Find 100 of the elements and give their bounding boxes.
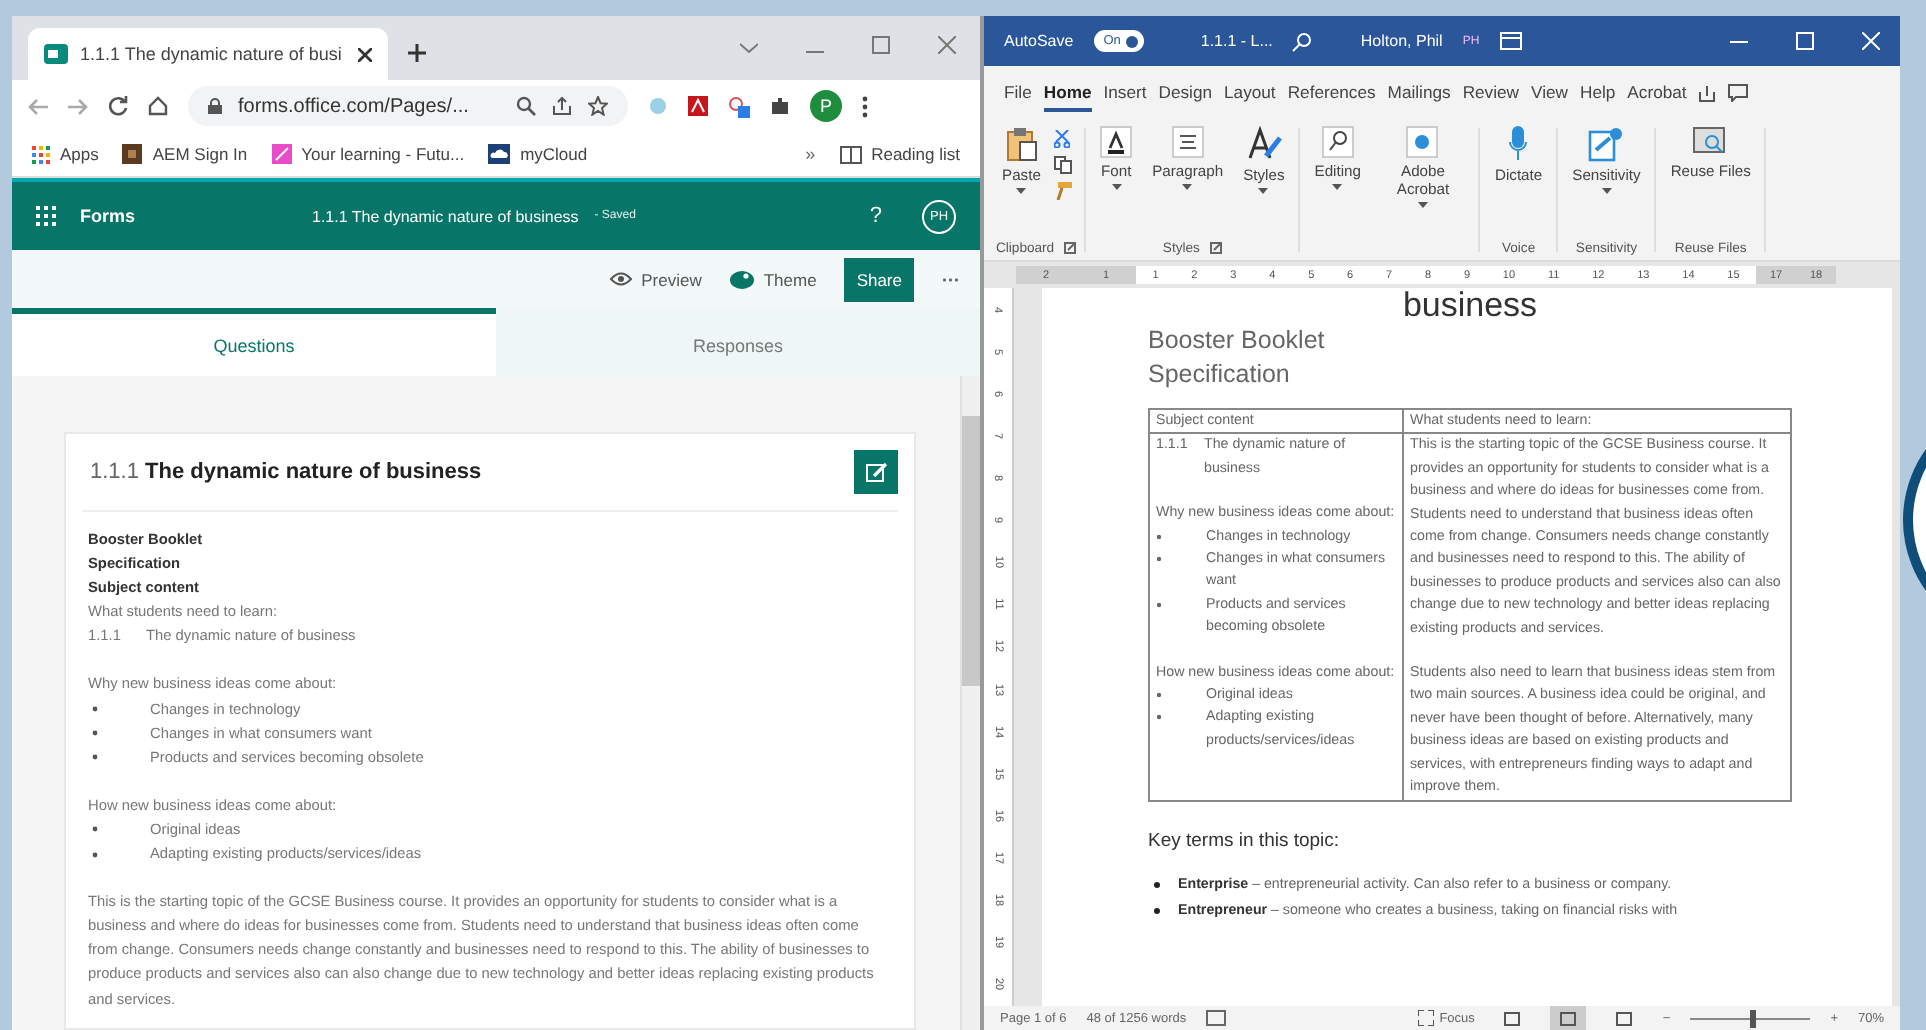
ribbon-display-icon[interactable] (1499, 32, 1522, 50)
ribbon-tab[interactable]: View (1531, 75, 1568, 111)
dialog-launcher-icon[interactable] (1209, 242, 1222, 254)
share-button[interactable]: Share (844, 257, 914, 301)
caret-icon (1258, 188, 1269, 194)
document-subtitle: Booster Booklet (1148, 324, 1327, 358)
ribbon-tab[interactable]: Insert (1103, 75, 1147, 111)
ribbon-tab[interactable]: Mailings (1387, 75, 1451, 111)
page-icon (1616, 1011, 1633, 1025)
question-title: 1.1.1 The dynamic nature of business (90, 460, 482, 484)
more-icon[interactable] (862, 95, 868, 117)
tab[interactable]: Responses (496, 308, 980, 376)
ribbon-tab[interactable]: Acrobat (1627, 75, 1687, 111)
caret-icon (1182, 184, 1193, 190)
pdf-icon[interactable] (688, 96, 708, 116)
home-icon[interactable] (148, 96, 168, 116)
app-name: Forms (80, 206, 138, 226)
bullet-icon (1154, 881, 1160, 887)
bullet-icon (92, 730, 98, 737)
forms-icon (44, 44, 68, 64)
browser-tab[interactable]: 1.1.1 The dynamic nature of busi (28, 28, 388, 80)
ribbon-tab[interactable]: Review (1462, 75, 1519, 111)
caret-icon (1601, 188, 1612, 194)
caret-icon (1111, 184, 1122, 190)
comment-icon[interactable] (1728, 84, 1749, 102)
address-bar[interactable]: forms.office.com/Pages/... (188, 86, 628, 126)
minimize-icon[interactable] (806, 50, 824, 54)
reload-icon[interactable] (108, 96, 128, 116)
acrobat-icon (1406, 126, 1439, 158)
square-icon (271, 144, 292, 164)
ribbon-tab[interactable]: Home (1043, 75, 1092, 111)
cloud-icon (488, 144, 511, 164)
page-icon (1504, 1011, 1521, 1025)
reading-list-icon (839, 145, 862, 163)
bookmark[interactable]: myCloud (488, 144, 588, 164)
ribbon-tab[interactable]: Design (1158, 75, 1213, 111)
theme-button[interactable]: Theme (729, 269, 817, 289)
scrollbar-thumb[interactable] (962, 416, 980, 686)
ribbon-tab[interactable]: Layout (1224, 75, 1276, 111)
sensitivity-icon (1588, 126, 1625, 162)
proofing-icon[interactable] (1206, 1010, 1227, 1026)
user-name: Holton, Phil (1360, 32, 1443, 50)
extension-icon[interactable] (728, 95, 750, 117)
ribbon-tab[interactable]: File (1004, 75, 1032, 111)
share-icon[interactable] (552, 96, 572, 116)
eye-icon (609, 272, 632, 286)
dialog-launcher-icon[interactable] (1064, 242, 1077, 254)
close-icon[interactable] (358, 47, 372, 61)
help-button[interactable]: ? (869, 204, 882, 228)
bookmark[interactable]: Apps (32, 144, 99, 164)
document-name[interactable]: 1.1.1 - L... (1200, 32, 1273, 50)
document-heading: business (1400, 288, 1540, 324)
maximize-icon[interactable] (872, 36, 890, 54)
square-icon (122, 144, 143, 164)
star-icon[interactable] (588, 96, 608, 116)
palette-icon (729, 269, 754, 289)
search-icon[interactable] (516, 96, 536, 116)
bullet-icon (92, 706, 98, 713)
bullet-icon (1156, 533, 1162, 540)
caret-icon (1332, 184, 1343, 190)
ribbon-tab[interactable]: References (1287, 75, 1376, 111)
bullet-icon (1156, 714, 1162, 721)
bullet-icon (92, 754, 98, 761)
search-icon[interactable] (1292, 31, 1313, 51)
ribbon-tab[interactable]: Help (1579, 75, 1616, 111)
tab[interactable]: Questions (12, 308, 496, 376)
app-launcher-icon[interactable] (36, 206, 56, 226)
preview-button[interactable]: Preview (609, 269, 702, 289)
bullet-icon (92, 851, 98, 858)
bookmark[interactable]: Your learning - Futu... (271, 144, 465, 164)
section-heading: Key terms in this topic: (1148, 829, 1342, 851)
paragraph-icon (1171, 126, 1204, 158)
paintbrush-icon[interactable] (1054, 182, 1073, 200)
search-icon (1321, 126, 1354, 158)
reading-list[interactable]: Reading list (839, 144, 960, 164)
bullet-icon (1156, 692, 1162, 699)
bullet-icon (1156, 556, 1162, 563)
caret-icon (1016, 188, 1027, 194)
bookmark[interactable]: AEM Sign In (122, 144, 248, 164)
edit-button[interactable] (854, 450, 898, 494)
more-button[interactable]: ··· (942, 269, 960, 289)
edit-icon (865, 461, 887, 483)
more-bookmarks[interactable]: » (805, 144, 816, 164)
document-subtitle: Specification (1148, 358, 1292, 392)
caret-icon (1417, 202, 1428, 208)
font-icon (1100, 126, 1133, 158)
clipboard-icon (1005, 126, 1038, 162)
profile-avatar[interactable]: P (810, 90, 842, 122)
view-button[interactable] (1550, 1006, 1587, 1030)
share-icon[interactable] (1698, 84, 1717, 102)
chevron-down-icon[interactable] (740, 42, 758, 54)
zoom-slider-thumb[interactable] (1750, 1009, 1757, 1027)
puzzle-icon[interactable] (770, 96, 790, 116)
new-tab-icon[interactable] (408, 44, 426, 62)
bullet-icon (1156, 601, 1162, 608)
apps-grid-icon (32, 145, 50, 163)
page-icon (1560, 1011, 1577, 1025)
scissors-icon[interactable] (1054, 130, 1071, 148)
copy-icon[interactable] (1054, 156, 1073, 174)
microphone-icon (1508, 126, 1529, 162)
